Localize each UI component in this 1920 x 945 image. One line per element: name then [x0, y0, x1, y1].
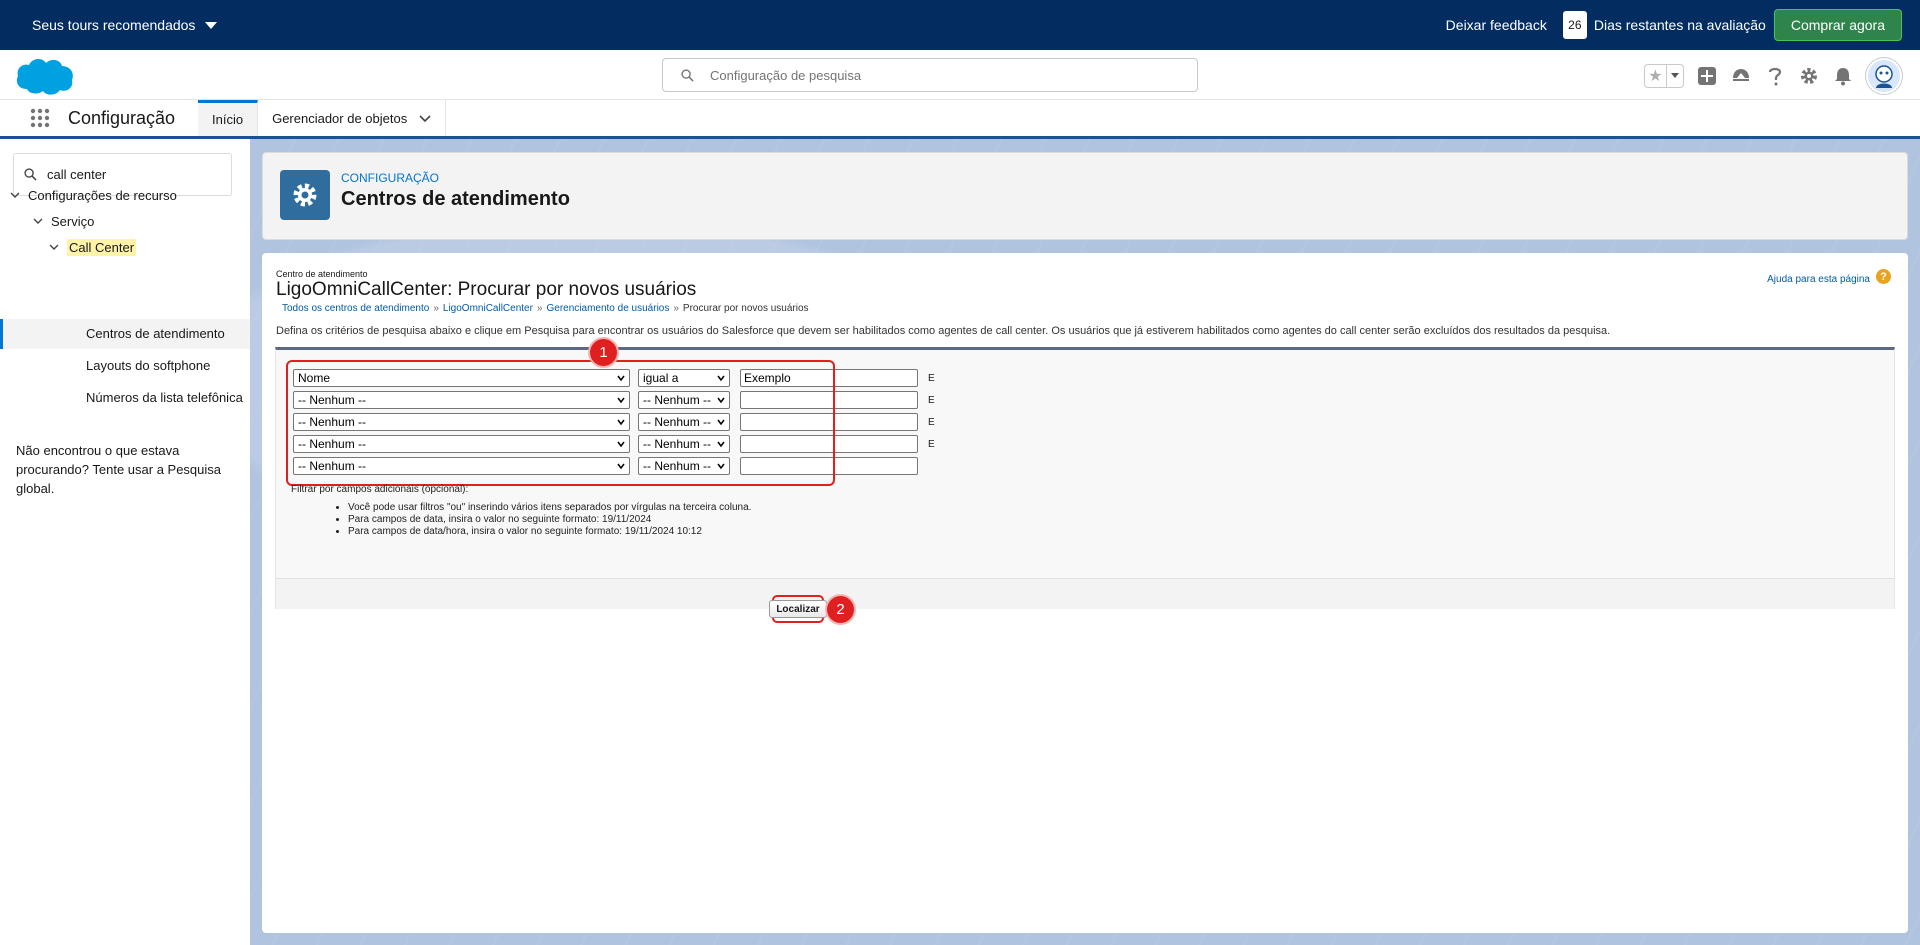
leave-feedback-link[interactable]: Deixar feedback: [1446, 17, 1547, 33]
search-icon: [681, 68, 694, 82]
quick-find-value: call center: [47, 167, 107, 182]
trial-bar: Seus tours recomendados Deixar feedback …: [0, 0, 1920, 50]
help-question-icon[interactable]: ?: [1876, 269, 1891, 284]
filter-conjunction: E: [928, 438, 935, 450]
list-item: Para campos de data/hora, insira o valor…: [348, 526, 751, 538]
search-description: Defina os critérios de pesquisa abaixo e…: [276, 325, 1611, 337]
tree-node-call-center[interactable]: Call Center: [49, 239, 137, 256]
buy-now-button[interactable]: Comprar agora: [1773, 9, 1902, 41]
filter-panel: Nome igual a Exemplo E -- Nenhum -- -- N…: [275, 347, 1895, 609]
settings-gear-icon: [280, 170, 330, 220]
tree-node-feature-settings[interactable]: Configurações de recurso: [10, 188, 177, 203]
filter-tips-list: Você pode usar filtros "ou" inserindo vá…: [348, 502, 751, 538]
setup-gear-icon[interactable]: [1798, 65, 1820, 87]
sidebar-item-softphone-layouts[interactable]: Layouts do softphone: [86, 358, 210, 373]
favorites-button[interactable]: ★: [1644, 64, 1684, 88]
sidebar-item-directory-numbers[interactable]: Números da lista telefônica: [86, 390, 243, 405]
search-placeholder: Configuração de pesquisa: [710, 67, 862, 83]
page-title: Centros de atendimento: [341, 188, 570, 210]
page-eyebrow: CONFIGURAÇÃO: [341, 171, 440, 185]
annotation-badge-1: 1: [590, 339, 617, 366]
breadcrumb-user-management[interactable]: Gerenciamento de usuários: [547, 303, 670, 314]
favorites-dropdown-icon[interactable]: [1665, 65, 1683, 87]
trial-days-text: Dias restantes na avaliação: [1593, 17, 1766, 33]
app-name: Configuração: [68, 107, 176, 128]
tab-object-manager[interactable]: Gerenciador de objetos: [258, 100, 447, 136]
help-for-page-link[interactable]: Ajuda para esta página: [1767, 274, 1870, 285]
tree-node-label: Configurações de recurso: [28, 188, 177, 203]
annotation-highlight-filters: [286, 360, 835, 486]
trailhead-guidance-icon[interactable]: [1730, 65, 1752, 87]
notifications-bell-icon[interactable]: [1832, 65, 1854, 87]
recommended-tours-label: Seus tours recomendados: [32, 17, 196, 33]
page-header: CONFIGURAÇÃO Centros de atendimento: [262, 152, 1908, 240]
tree-node-service[interactable]: Serviço: [33, 214, 94, 229]
star-icon: ★: [1648, 68, 1663, 85]
panel-footer: [276, 578, 1894, 609]
filter-conjunction: E: [928, 416, 935, 428]
record-type-label: Centro de atendimento: [276, 269, 368, 279]
sidebar-item-call-centers[interactable]: Centros de atendimento: [86, 326, 225, 341]
breadcrumb-call-center[interactable]: LigoOmniCallCenter: [443, 303, 533, 314]
optional-filters-label: Filtrar por campos adicionais (opcional)…: [291, 484, 469, 495]
chevron-down-icon[interactable]: [419, 111, 431, 126]
annotation-highlight-find: Localizar: [769, 595, 827, 623]
setup-search-input[interactable]: Configuração de pesquisa: [662, 58, 1198, 92]
tab-object-manager-label: Gerenciador de objetos: [272, 110, 408, 126]
trial-days-count: 26: [1562, 11, 1587, 39]
global-actions-icon[interactable]: [1696, 65, 1718, 87]
user-avatar[interactable]: [1866, 58, 1902, 94]
find-button[interactable]: Localizar: [769, 600, 827, 618]
tab-home-label: Início: [212, 112, 244, 127]
caret-down-icon: [205, 21, 218, 29]
global-header: Configuração de pesquisa ★: [0, 50, 1920, 100]
content-card: Centro de atendimento LigoOmniCallCenter…: [262, 253, 1908, 933]
filter-conjunction: E: [928, 372, 935, 384]
chevron-down-icon: [10, 192, 20, 198]
global-search-hint: Não encontrou o que estava procurando? T…: [16, 443, 222, 496]
help-icon[interactable]: [1764, 65, 1786, 87]
breadcrumb: Todos os centros de atendimento» LigoOmni…: [282, 303, 809, 314]
chevron-down-icon: [49, 244, 59, 250]
salesforce-logo[interactable]: [15, 55, 75, 97]
tree-node-label: Serviço: [51, 214, 95, 229]
annotation-badge-2: 2: [827, 596, 854, 623]
app-launcher-icon[interactable]: [20, 100, 60, 136]
tree-node-label: Call Center: [67, 239, 137, 256]
breadcrumb-current: Procurar por novos usuários: [682, 303, 809, 314]
section-title: LigoOmniCallCenter: Procurar por novos u…: [276, 279, 697, 300]
search-icon: [24, 168, 37, 181]
main-area: CONFIGURAÇÃO Centros de atendimento Cent…: [250, 139, 1920, 945]
recommended-tours-menu[interactable]: Seus tours recomendados: [32, 17, 218, 33]
app-navigation-bar: Configuração Início Gerenciador de objet…: [0, 100, 1920, 139]
list-item: Você pode usar filtros "ou" inserindo vá…: [348, 502, 751, 514]
setup-sidebar: call center Configurações de recurso Ser…: [0, 139, 250, 945]
breadcrumb-all-call-centers[interactable]: Todos os centros de atendimento: [282, 303, 429, 314]
list-item: Para campos de data, insira o valor no s…: [348, 514, 751, 526]
tab-home[interactable]: Início: [198, 100, 259, 136]
filter-conjunction: E: [928, 394, 935, 406]
chevron-down-icon: [33, 218, 43, 224]
